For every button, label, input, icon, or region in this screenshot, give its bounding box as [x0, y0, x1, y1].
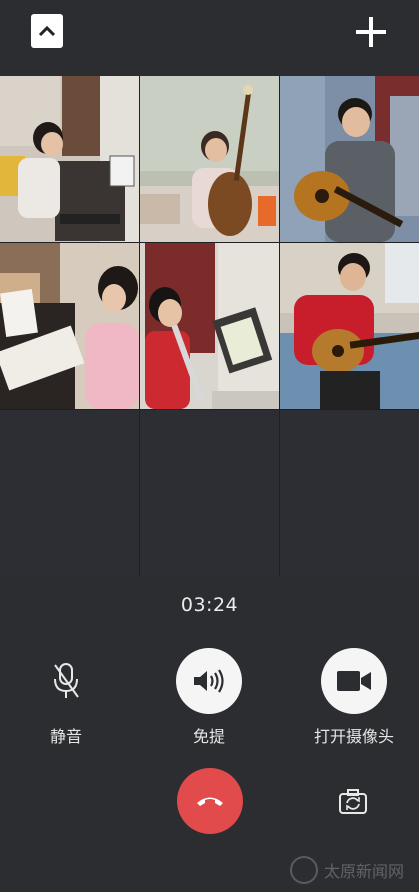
watermark: 太原新闻网 — [290, 850, 419, 890]
camera-button-circle[interactable] — [321, 648, 387, 714]
call-duration: 03:24 — [180, 594, 239, 616]
chevron-up-icon — [38, 25, 56, 37]
video-frame-piano-girl — [0, 243, 139, 409]
video-frame-pipa-girl — [140, 76, 279, 242]
watermark-logo — [290, 856, 318, 884]
speaker-label: 免提 — [192, 727, 225, 746]
speaker-button[interactable]: 免提 — [170, 648, 248, 747]
switch-camera-icon — [339, 789, 367, 814]
participant-video-tile[interactable] — [140, 243, 279, 409]
mute-button-circle[interactable] — [33, 648, 99, 714]
mute-button[interactable]: 静音 — [31, 648, 101, 747]
speaker-icon — [194, 669, 224, 693]
participant-grid — [0, 76, 419, 576]
empty-participant-slot — [280, 410, 419, 576]
plus-icon — [356, 17, 386, 47]
video-frame-guitar-boy — [280, 76, 419, 242]
microphone-icon — [54, 663, 79, 698]
watermark-text: 太原新闻网 — [324, 862, 405, 881]
video-frame-guitar-boy-couch — [280, 243, 419, 409]
video-frame-keyboard-girl — [0, 76, 139, 242]
collapse-button[interactable] — [31, 14, 63, 48]
participant-video-tile[interactable] — [140, 76, 279, 242]
participant-video-tile[interactable] — [0, 243, 139, 409]
participant-video-tile[interactable] — [280, 76, 419, 242]
camera-label: 打开摄像头 — [313, 727, 394, 746]
participant-video-tile[interactable] — [280, 243, 419, 409]
camera-button[interactable]: 打开摄像头 — [302, 648, 406, 747]
add-participant-button[interactable] — [354, 14, 388, 50]
hangup-phone-icon — [197, 797, 223, 806]
empty-participant-slot — [0, 410, 139, 576]
video-frame-flute-girl — [140, 243, 279, 409]
video-camera-icon — [337, 671, 371, 691]
speaker-button-circle[interactable] — [176, 648, 242, 714]
hangup-button[interactable] — [177, 768, 243, 834]
empty-participant-slot — [140, 410, 279, 576]
top-bar — [0, 0, 419, 76]
switch-camera-button[interactable] — [337, 786, 369, 818]
participant-video-tile[interactable] — [0, 76, 139, 242]
mute-label: 静音 — [49, 727, 82, 746]
